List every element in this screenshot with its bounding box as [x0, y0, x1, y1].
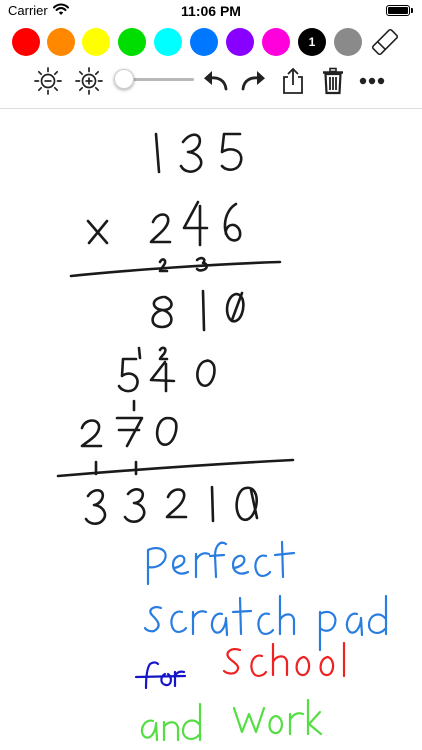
trash-icon [323, 67, 343, 95]
handwriting-green [140, 698, 323, 742]
trash-button[interactable] [317, 66, 349, 96]
undo-icon [204, 71, 228, 91]
color-swatch-purple[interactable] [226, 28, 254, 56]
redo-icon [241, 71, 265, 91]
brightness-down-icon [34, 67, 62, 95]
color-swatch-magenta[interactable] [262, 28, 290, 56]
share-icon [283, 67, 303, 94]
brush-size-slider-thumb[interactable] [114, 69, 134, 89]
redo-button[interactable] [238, 66, 270, 96]
more-icon [359, 77, 385, 85]
brightness-up-button[interactable] [73, 66, 105, 96]
share-button[interactable] [277, 66, 309, 96]
color-swatch-cyan[interactable] [154, 28, 182, 56]
color-swatch-green[interactable] [118, 28, 146, 56]
undo-button[interactable] [199, 66, 231, 96]
handwriting-black [56, 132, 295, 525]
brightness-up-icon [75, 67, 103, 95]
color-swatch-orange[interactable] [47, 28, 75, 56]
color-swatch-gray[interactable] [334, 28, 362, 56]
color-swatch-yellow[interactable] [82, 28, 110, 56]
color-swatch-black[interactable]: 1 [298, 28, 326, 56]
drawing-canvas[interactable] [0, 109, 422, 750]
handwriting-blue [143, 540, 388, 652]
status-bar: Carrier 11:06 PM [0, 0, 422, 22]
status-time: 11:06 PM [181, 3, 241, 19]
eraser-button[interactable] [369, 26, 401, 56]
brightness-down-button[interactable] [32, 66, 64, 96]
color-swatch-blue[interactable] [190, 28, 218, 56]
eraser-icon [371, 28, 399, 56]
handwriting-red [222, 641, 346, 678]
handwriting-navy [134, 661, 187, 690]
selected-color-label: 1 [308, 35, 316, 49]
battery-icon [386, 5, 410, 16]
color-swatch-red[interactable] [12, 28, 40, 56]
more-button[interactable] [356, 66, 388, 96]
